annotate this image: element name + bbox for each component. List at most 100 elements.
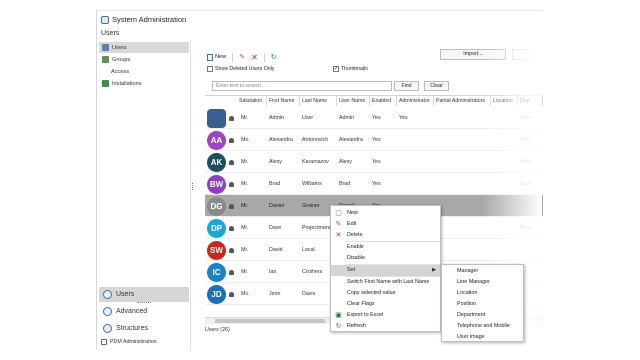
column-header[interactable]: Salutation	[237, 96, 267, 106]
cell-user: Admin	[339, 115, 355, 121]
cell-dept: Tech	[520, 137, 532, 143]
submenu-item-line-manager[interactable]: Line Manager	[442, 277, 523, 288]
pdm-icon	[101, 339, 107, 345]
edit-button[interactable]: ✎	[239, 53, 245, 61]
column-header[interactable]: First Name	[267, 96, 300, 106]
import-button[interactable]: Import...	[440, 49, 506, 60]
new-icon	[207, 53, 213, 61]
toolbar: New ✎ ✕ ↻	[207, 51, 277, 63]
cell-last: Williams	[302, 181, 322, 187]
person-icon	[229, 226, 234, 231]
menu-item-copy-selected-value[interactable]: Copy selected value	[331, 288, 440, 299]
menu-item-label: Switch First Name with Last Name	[347, 279, 430, 285]
cell-last: Local	[302, 247, 315, 253]
show-deleted-checkbox[interactable]	[207, 66, 213, 72]
menu-item-delete[interactable]: ✕ Delete	[331, 230, 440, 241]
submenu-item-telephone-and-mobile[interactable]: Telephone and Mobile	[442, 321, 523, 332]
menu-item-new[interactable]: ▢ New	[331, 208, 440, 219]
user-avatar: IC	[207, 263, 226, 282]
column-header[interactable]: Administrator	[397, 96, 434, 106]
person-icon	[229, 182, 234, 187]
table-row[interactable]: AA Ms. Alexandra Antonovich Alexandra Yes Tech	[205, 129, 543, 151]
bottom-nav-structures[interactable]: Structures	[99, 321, 189, 336]
advanced-icon	[103, 307, 112, 316]
delete-button[interactable]: ✕	[251, 53, 258, 62]
table-row[interactable]: Mr. Admin User Admin Yes Yes Admi	[205, 107, 543, 129]
menu-item-edit[interactable]: ✎ Edit	[331, 219, 440, 230]
column-header[interactable]: Partial Administrators	[434, 96, 491, 106]
menu-item-clear-flags[interactable]: Clear Flags	[331, 299, 440, 310]
pane-splitter[interactable]	[192, 183, 193, 190]
table-row[interactable]: BW Mr. Brad Williams Brad Yes Qual	[205, 173, 543, 195]
cell-salutation: Mr.	[241, 115, 249, 121]
menu-item-label: Edit	[347, 221, 357, 227]
menu-item-set[interactable]: Set ▶	[331, 265, 440, 276]
user-avatar: SW	[207, 241, 226, 260]
groups-icon	[102, 56, 109, 63]
database-avatar-icon	[207, 109, 226, 128]
sidebar-item-groups[interactable]: Groups	[99, 54, 189, 65]
section-title: Users	[101, 30, 120, 37]
users-icon	[102, 44, 109, 51]
thumbnails-filter[interactable]: ✓ Thumbnails	[333, 66, 368, 72]
sidebar-item-installations[interactable]: Installations	[99, 78, 189, 89]
menu-item-switch-first-name-with-last-name[interactable]: Switch First Name with Last Name	[331, 277, 440, 288]
cell-last: Projectmana	[302, 225, 332, 231]
context-menu: ▢ New ✎ Edit ✕ Delete Enable Disable Set ▶ Switch …	[330, 205, 441, 332]
submenu-item-user-image[interactable]: User image	[442, 332, 523, 343]
cell-enabled: Yes	[372, 159, 381, 165]
left-navigation-pane: Users Groups Access Installations Users …	[97, 40, 191, 351]
menu-item-label: New	[347, 210, 358, 216]
pdm-administration-footer[interactable]: PDM Administration	[101, 339, 157, 345]
sidebar-item-users[interactable]: Users	[99, 42, 189, 53]
column-header[interactable]: User Name	[337, 96, 370, 106]
cell-salutation: Mr.	[241, 159, 249, 165]
show-deleted-label: Show Deleted Users Only	[215, 66, 275, 72]
column-header[interactable]: Location	[491, 96, 518, 106]
export-button[interactable]	[512, 49, 542, 60]
find-button[interactable]: Find	[394, 81, 419, 91]
submenu-item-position[interactable]: Position	[442, 299, 523, 310]
bottom-nav-users[interactable]: Users	[99, 287, 189, 302]
cell-salutation: Mr.	[241, 181, 249, 187]
users-icon	[103, 290, 112, 299]
refresh-button[interactable]: ↻	[271, 53, 277, 61]
person-icon	[229, 270, 234, 275]
column-header[interactable]: Last Name	[300, 96, 337, 106]
menu-item-enable[interactable]: Enable	[331, 242, 440, 253]
cell-dept: Proje	[520, 225, 533, 231]
cell-salutation: Mr.	[241, 225, 249, 231]
thumbnails-label: Thumbnails	[341, 66, 368, 72]
table-row[interactable]: AK Mr. Alexy Karamazov Alexy Yes Shop	[205, 151, 543, 173]
menu-item-refresh[interactable]: ↻ Refresh	[331, 321, 440, 332]
sidebar-item-label: Installations	[112, 80, 142, 87]
menu-item-label: Copy selected value	[347, 290, 396, 296]
search-input[interactable]: Enter text to search...	[212, 81, 392, 91]
sidebar-item-access[interactable]: Access	[99, 66, 189, 77]
cell-first: Alexandra	[269, 137, 293, 143]
edit-icon: ✎	[239, 54, 246, 61]
column-header[interactable]: Enabled	[370, 96, 397, 106]
new-button[interactable]: New	[207, 53, 226, 61]
cell-salutation: Mr.	[241, 203, 249, 209]
person-icon	[229, 204, 234, 209]
scrollbar-thumb[interactable]	[215, 319, 325, 323]
show-deleted-filter[interactable]: Show Deleted Users Only	[207, 66, 274, 72]
menu-item-export-to-excel[interactable]: ▣ Export to Excel	[331, 310, 440, 321]
cell-salutation: Mr.	[241, 269, 249, 275]
bottom-nav-advanced[interactable]: Advanced	[99, 304, 189, 319]
cell-enabled: Yes	[372, 115, 381, 121]
person-icon	[229, 248, 234, 253]
cell-first: Daniel	[269, 203, 285, 209]
cell-first: Alexy	[269, 159, 282, 165]
submenu-item-department[interactable]: Department	[442, 310, 523, 321]
thumbnails-checkbox[interactable]: ✓	[333, 66, 339, 72]
menu-item-disable[interactable]: Disable	[331, 253, 440, 264]
submenu-item-manager[interactable]: Manager	[442, 266, 523, 277]
user-avatar: AA	[207, 131, 226, 150]
user-count-status: Users (26)	[205, 327, 230, 333]
column-header[interactable]: Dep	[518, 96, 543, 106]
window-title-text: System Administration	[112, 15, 187, 24]
clear-button[interactable]: Clear	[424, 81, 449, 91]
submenu-item-location[interactable]: Location	[442, 288, 523, 299]
